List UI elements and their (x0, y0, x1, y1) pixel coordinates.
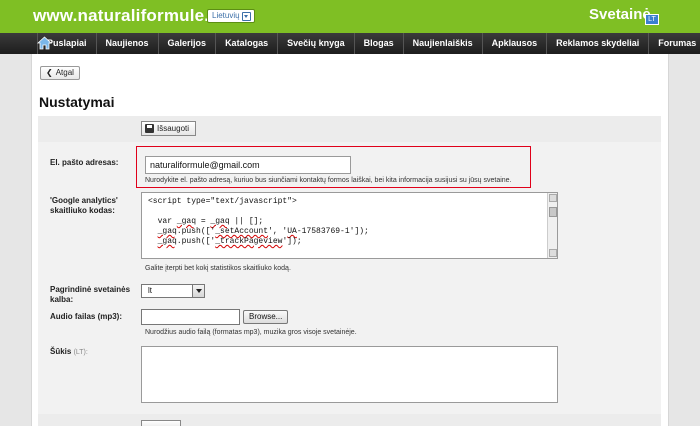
analytics-label-line1: 'Google analytics' (50, 196, 118, 205)
settings-panel: ❮ Atgal Nustatymai Išsaugoti El. pašto a… (31, 54, 669, 426)
nav-item-katalogas[interactable]: Katalogas (215, 33, 277, 54)
nav-item-reklamos-skydeliai[interactable]: Reklamos skydeliai (546, 33, 648, 54)
audio-file-input[interactable] (141, 309, 240, 325)
save-disk-icon (145, 124, 154, 133)
back-button-label: Atgal (55, 68, 74, 77)
nav-item-galerijos[interactable]: Galerijos (157, 33, 216, 54)
code-token: _trackPageview (215, 237, 283, 246)
top-header: www.naturaliformule.lt Lietuvių Svetainė… (0, 0, 700, 33)
code-line: <script type="text/javascript"> (148, 197, 297, 206)
code-token: _gaq (176, 217, 197, 226)
site-title[interactable]: www.naturaliformule.lt (33, 6, 220, 26)
slogan-label-text: Šūkis (50, 347, 72, 356)
brand-badge: LT (645, 14, 659, 25)
nav-item-blogas[interactable]: Blogas (353, 33, 403, 54)
code-line: _gaq.push(['_setAccount', 'UA-17583769-1… (157, 227, 369, 236)
slogan-textarea[interactable] (141, 346, 558, 403)
code-token: UA (287, 227, 297, 236)
main-nav: Puslapiai Naujienos Galerijos Katalogas … (0, 33, 700, 54)
nav-item-naujienlaiskis[interactable]: Naujienlaiškis (402, 33, 482, 54)
bottom-save-button[interactable] (141, 420, 181, 426)
slogan-label: Šūkis (LT): (50, 347, 88, 358)
language-select[interactable]: lt (141, 284, 205, 298)
dropdown-arrow-icon[interactable] (192, 285, 204, 297)
save-toolbar: Išsaugoti (38, 116, 661, 142)
highlight-box (136, 146, 531, 188)
save-button-label: Išsaugoti (157, 124, 190, 133)
analytics-code-textarea[interactable]: <script type="text/javascript"> var _gaq… (141, 192, 558, 259)
analytics-hint: Galite įterpti bet kokį statistikos skai… (145, 265, 291, 272)
browse-button[interactable]: Browse... (243, 310, 289, 324)
email-label: El. pašto adresas: (50, 158, 119, 167)
code-line: _gaq.push(['_trackPageview']); (157, 237, 302, 246)
code-scrollbar[interactable] (547, 193, 557, 258)
code-token: _gaq (157, 237, 177, 246)
language-dropdown[interactable]: Lietuvių (207, 9, 255, 23)
nav-item-forumas[interactable]: Forumas (648, 33, 700, 54)
analytics-label-line2: skaitliuko kodas: (50, 206, 115, 215)
language-select-value: lt (148, 286, 152, 295)
code-token: _gaq (157, 227, 177, 236)
chevron-down-icon (241, 11, 251, 21)
page-title: Nustatymai (39, 94, 115, 110)
scroll-down-arrow-icon[interactable] (549, 249, 557, 257)
nav-item-apklausos[interactable]: Apklausos (481, 33, 547, 54)
code-token: _setAccount (215, 227, 269, 236)
nav-item-naujienos[interactable]: Naujienos (95, 33, 158, 54)
nav-item-sveciu-knyga[interactable]: Svečių knyga (277, 33, 354, 54)
language-label-line2: kalba: (50, 295, 74, 304)
scroll-up-arrow-icon[interactable] (549, 194, 557, 202)
back-button[interactable]: ❮ Atgal (40, 66, 80, 80)
chevron-left-icon: ❮ (46, 68, 53, 77)
bottom-save-toolbar (38, 414, 661, 426)
language-label: Lietuvių (212, 11, 240, 20)
audio-hint: Nurodžius audio failą (formatas mp3), mu… (145, 329, 357, 336)
code-line: var _gaq = _gaq || []; (148, 217, 264, 226)
code-token: _gaq (210, 217, 230, 226)
audio-label: Audio failas (mp3): (50, 312, 123, 321)
save-button[interactable]: Išsaugoti (141, 121, 197, 136)
scroll-thumb[interactable] (549, 207, 557, 217)
slogan-lang-tag: (LT): (73, 349, 88, 356)
analytics-label: 'Google analytics' skaitliuko kodas: (50, 196, 118, 216)
language-label: Pagrindinė svetainės kalba: (50, 285, 130, 305)
brand-logo: Svetainė (589, 6, 651, 23)
language-label-line1: Pagrindinė svetainės (50, 285, 131, 294)
